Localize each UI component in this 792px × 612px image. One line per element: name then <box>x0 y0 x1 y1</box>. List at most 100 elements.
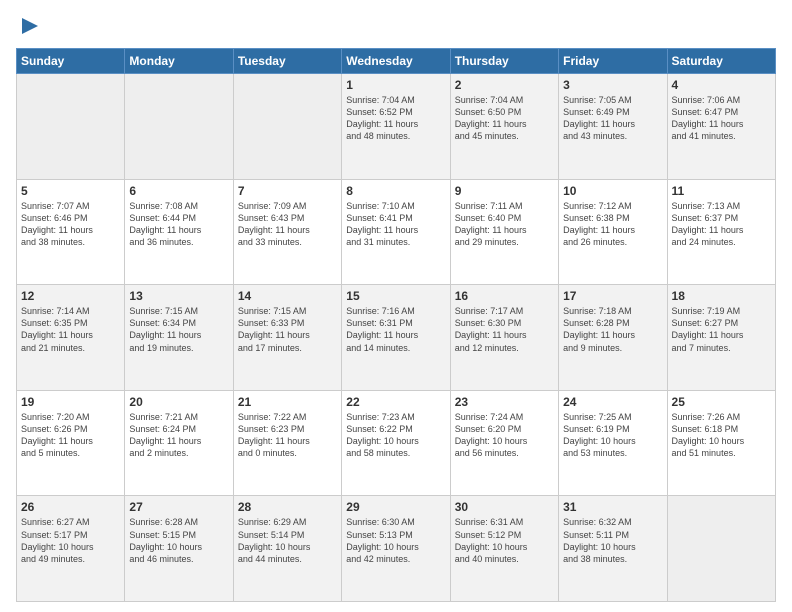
day-number: 5 <box>21 184 120 198</box>
calendar-cell: 6 Sunrise: 7:08 AM Sunset: 6:44 PM Daylig… <box>125 179 233 285</box>
day-number: 8 <box>346 184 445 198</box>
day-info: Sunrise: 7:23 AM Sunset: 6:22 PM Dayligh… <box>346 411 445 460</box>
day-info: Sunrise: 7:20 AM Sunset: 6:26 PM Dayligh… <box>21 411 120 460</box>
day-number: 21 <box>238 395 337 409</box>
day-number: 13 <box>129 289 228 303</box>
day-number: 26 <box>21 500 120 514</box>
weekday-header: Tuesday <box>233 49 341 74</box>
day-info: Sunrise: 7:13 AM Sunset: 6:37 PM Dayligh… <box>672 200 771 249</box>
day-number: 19 <box>21 395 120 409</box>
day-info: Sunrise: 6:29 AM Sunset: 5:14 PM Dayligh… <box>238 516 337 565</box>
day-info: Sunrise: 7:12 AM Sunset: 6:38 PM Dayligh… <box>563 200 662 249</box>
calendar-cell: 21 Sunrise: 7:22 AM Sunset: 6:23 PM Dayli… <box>233 390 341 496</box>
calendar-table: SundayMondayTuesdayWednesdayThursdayFrid… <box>16 48 776 602</box>
weekday-header: Thursday <box>450 49 558 74</box>
calendar-cell: 5 Sunrise: 7:07 AM Sunset: 6:46 PM Daylig… <box>17 179 125 285</box>
day-number: 1 <box>346 78 445 92</box>
calendar-cell: 2 Sunrise: 7:04 AM Sunset: 6:50 PM Daylig… <box>450 74 558 180</box>
day-info: Sunrise: 7:09 AM Sunset: 6:43 PM Dayligh… <box>238 200 337 249</box>
day-number: 22 <box>346 395 445 409</box>
day-info: Sunrise: 6:27 AM Sunset: 5:17 PM Dayligh… <box>21 516 120 565</box>
calendar-cell: 11 Sunrise: 7:13 AM Sunset: 6:37 PM Dayli… <box>667 179 775 285</box>
day-info: Sunrise: 7:07 AM Sunset: 6:46 PM Dayligh… <box>21 200 120 249</box>
calendar-cell: 7 Sunrise: 7:09 AM Sunset: 6:43 PM Daylig… <box>233 179 341 285</box>
day-info: Sunrise: 7:06 AM Sunset: 6:47 PM Dayligh… <box>672 94 771 143</box>
calendar-cell <box>125 74 233 180</box>
day-number: 9 <box>455 184 554 198</box>
calendar-cell: 18 Sunrise: 7:19 AM Sunset: 6:27 PM Dayli… <box>667 285 775 391</box>
day-number: 28 <box>238 500 337 514</box>
calendar-cell: 1Sunrise: 7:04 AM Sunset: 6:52 PM Daylig… <box>342 74 450 180</box>
day-number: 14 <box>238 289 337 303</box>
day-info: Sunrise: 7:15 AM Sunset: 6:33 PM Dayligh… <box>238 305 337 354</box>
calendar-week-row: 1Sunrise: 7:04 AM Sunset: 6:52 PM Daylig… <box>17 74 776 180</box>
day-info: Sunrise: 7:08 AM Sunset: 6:44 PM Dayligh… <box>129 200 228 249</box>
weekday-header: Saturday <box>667 49 775 74</box>
day-info: Sunrise: 7:22 AM Sunset: 6:23 PM Dayligh… <box>238 411 337 460</box>
day-info: Sunrise: 7:05 AM Sunset: 6:49 PM Dayligh… <box>563 94 662 143</box>
calendar-cell: 4 Sunrise: 7:06 AM Sunset: 6:47 PM Daylig… <box>667 74 775 180</box>
calendar-cell: 25 Sunrise: 7:26 AM Sunset: 6:18 PM Dayli… <box>667 390 775 496</box>
day-number: 16 <box>455 289 554 303</box>
weekday-header: Friday <box>559 49 667 74</box>
calendar-cell: 3 Sunrise: 7:05 AM Sunset: 6:49 PM Daylig… <box>559 74 667 180</box>
day-number: 4 <box>672 78 771 92</box>
header <box>16 14 776 42</box>
calendar-cell: 29 Sunrise: 6:30 AM Sunset: 5:13 PM Dayli… <box>342 496 450 602</box>
calendar-cell: 10 Sunrise: 7:12 AM Sunset: 6:38 PM Dayli… <box>559 179 667 285</box>
day-number: 10 <box>563 184 662 198</box>
calendar-cell: 24 Sunrise: 7:25 AM Sunset: 6:19 PM Dayli… <box>559 390 667 496</box>
day-number: 2 <box>455 78 554 92</box>
day-info: Sunrise: 7:14 AM Sunset: 6:35 PM Dayligh… <box>21 305 120 354</box>
logo-icon <box>18 14 40 42</box>
day-info: Sunrise: 6:28 AM Sunset: 5:15 PM Dayligh… <box>129 516 228 565</box>
calendar-cell: 28 Sunrise: 6:29 AM Sunset: 5:14 PM Dayli… <box>233 496 341 602</box>
day-info: Sunrise: 7:16 AM Sunset: 6:31 PM Dayligh… <box>346 305 445 354</box>
calendar-cell <box>233 74 341 180</box>
calendar-week-row: 5 Sunrise: 7:07 AM Sunset: 6:46 PM Daylig… <box>17 179 776 285</box>
calendar-cell: 19 Sunrise: 7:20 AM Sunset: 6:26 PM Dayli… <box>17 390 125 496</box>
calendar-cell: 16Sunrise: 7:17 AM Sunset: 6:30 PM Dayli… <box>450 285 558 391</box>
weekday-header: Monday <box>125 49 233 74</box>
day-number: 12 <box>21 289 120 303</box>
day-info: Sunrise: 6:30 AM Sunset: 5:13 PM Dayligh… <box>346 516 445 565</box>
calendar-week-row: 26 Sunrise: 6:27 AM Sunset: 5:17 PM Dayli… <box>17 496 776 602</box>
day-number: 20 <box>129 395 228 409</box>
calendar-cell: 31 Sunrise: 6:32 AM Sunset: 5:11 PM Dayli… <box>559 496 667 602</box>
calendar-week-row: 19 Sunrise: 7:20 AM Sunset: 6:26 PM Dayli… <box>17 390 776 496</box>
calendar-cell: 14 Sunrise: 7:15 AM Sunset: 6:33 PM Dayli… <box>233 285 341 391</box>
day-number: 6 <box>129 184 228 198</box>
calendar-cell: 22 Sunrise: 7:23 AM Sunset: 6:22 PM Dayli… <box>342 390 450 496</box>
weekday-header: Sunday <box>17 49 125 74</box>
day-number: 31 <box>563 500 662 514</box>
calendar-week-row: 12 Sunrise: 7:14 AM Sunset: 6:35 PM Dayli… <box>17 285 776 391</box>
day-number: 29 <box>346 500 445 514</box>
day-number: 17 <box>563 289 662 303</box>
calendar-header-row: SundayMondayTuesdayWednesdayThursdayFrid… <box>17 49 776 74</box>
calendar-cell: 15Sunrise: 7:16 AM Sunset: 6:31 PM Dayli… <box>342 285 450 391</box>
day-info: Sunrise: 7:19 AM Sunset: 6:27 PM Dayligh… <box>672 305 771 354</box>
page: SundayMondayTuesdayWednesdayThursdayFrid… <box>0 0 792 612</box>
day-number: 25 <box>672 395 771 409</box>
day-number: 18 <box>672 289 771 303</box>
day-info: Sunrise: 7:18 AM Sunset: 6:28 PM Dayligh… <box>563 305 662 354</box>
day-info: Sunrise: 7:25 AM Sunset: 6:19 PM Dayligh… <box>563 411 662 460</box>
day-info: Sunrise: 7:10 AM Sunset: 6:41 PM Dayligh… <box>346 200 445 249</box>
day-info: Sunrise: 6:32 AM Sunset: 5:11 PM Dayligh… <box>563 516 662 565</box>
day-info: Sunrise: 7:11 AM Sunset: 6:40 PM Dayligh… <box>455 200 554 249</box>
day-number: 3 <box>563 78 662 92</box>
day-number: 30 <box>455 500 554 514</box>
day-info: Sunrise: 7:21 AM Sunset: 6:24 PM Dayligh… <box>129 411 228 460</box>
day-number: 7 <box>238 184 337 198</box>
calendar-cell: 9 Sunrise: 7:11 AM Sunset: 6:40 PM Daylig… <box>450 179 558 285</box>
calendar-cell: 13Sunrise: 7:15 AM Sunset: 6:34 PM Dayli… <box>125 285 233 391</box>
day-number: 24 <box>563 395 662 409</box>
day-info: Sunrise: 7:26 AM Sunset: 6:18 PM Dayligh… <box>672 411 771 460</box>
calendar-cell: 23Sunrise: 7:24 AM Sunset: 6:20 PM Dayli… <box>450 390 558 496</box>
day-number: 11 <box>672 184 771 198</box>
weekday-header: Wednesday <box>342 49 450 74</box>
day-info: Sunrise: 7:04 AM Sunset: 6:50 PM Dayligh… <box>455 94 554 143</box>
calendar-cell: 20 Sunrise: 7:21 AM Sunset: 6:24 PM Dayli… <box>125 390 233 496</box>
calendar-cell: 27Sunrise: 6:28 AM Sunset: 5:15 PM Dayli… <box>125 496 233 602</box>
calendar-cell: 12 Sunrise: 7:14 AM Sunset: 6:35 PM Dayli… <box>17 285 125 391</box>
